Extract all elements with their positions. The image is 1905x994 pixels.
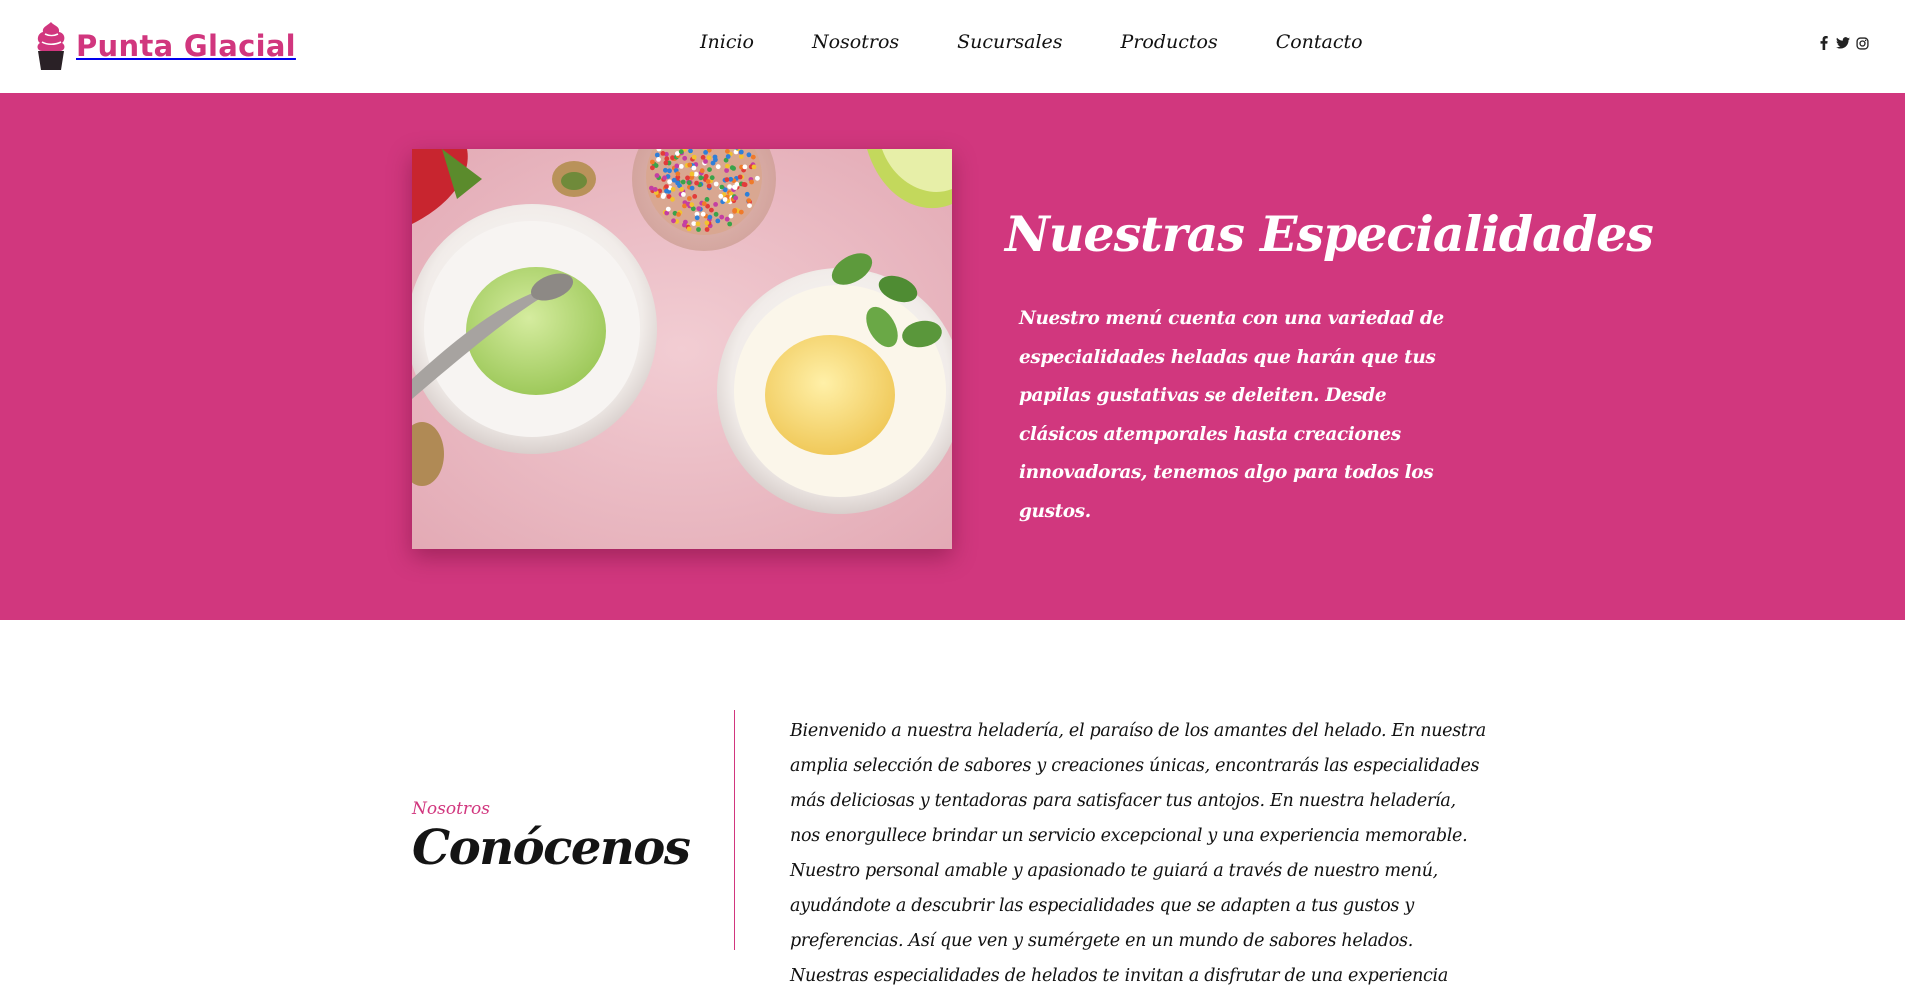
specialties-section: Nuestras Especialidades Nuestro menú cue…: [0, 93, 1905, 620]
instagram-icon[interactable]: [1855, 35, 1869, 51]
about-description: Bienvenido a nuestra heladería, el paraí…: [790, 714, 1490, 994]
social-links: [1817, 35, 1869, 51]
nav-item-nosotros[interactable]: Nosotros: [812, 31, 899, 53]
nav-item-sucursales[interactable]: Sucursales: [957, 31, 1062, 53]
nav-item-productos[interactable]: Productos: [1121, 31, 1218, 53]
about-title: Conócenos: [412, 820, 689, 876]
nav-item-inicio[interactable]: Inicio: [700, 31, 754, 53]
cupcake-icon: [34, 20, 68, 72]
site-header: Punta Glacial Inicio Nosotros Sucursales…: [0, 0, 1905, 93]
brand-logo[interactable]: Punta Glacial: [34, 20, 296, 72]
specialties-description: Nuestro menú cuenta con una variedad de …: [1019, 300, 1459, 531]
twitter-icon[interactable]: [1836, 35, 1850, 51]
about-kicker: Nosotros: [412, 799, 490, 819]
facebook-icon[interactable]: [1817, 35, 1831, 51]
ice-cream-photo: [412, 149, 952, 549]
about-divider: [734, 710, 735, 950]
nav-item-contacto[interactable]: Contacto: [1276, 31, 1363, 53]
specialties-title: Nuestras Especialidades: [1005, 205, 1653, 263]
brand-name: Punta Glacial: [76, 29, 296, 63]
main-nav: Inicio Nosotros Sucursales Productos Con…: [700, 31, 1363, 53]
